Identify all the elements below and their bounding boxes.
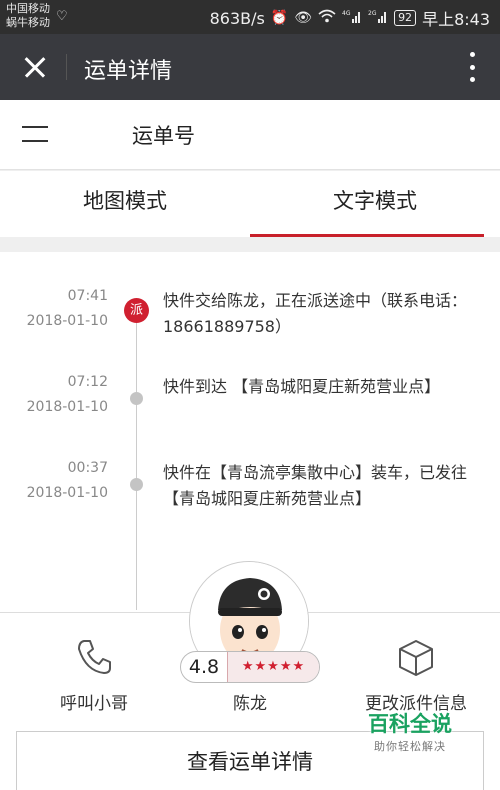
watermark-title: 百科全说: [368, 712, 452, 736]
alarm-icon: ⏰: [270, 10, 289, 26]
event-text: 快件到达 【青岛城阳夏庄新苑营业点】: [163, 377, 441, 396]
package-icon: [399, 640, 433, 676]
status-indicators: 863B/s ⏰ 👁 4G 2G 92 早上8:43: [210, 6, 490, 30]
status-bar: 中国移动 蜗牛移动 ♡ 863B/s ⏰ 👁 4G 2G 92 早上8:43: [0, 0, 500, 34]
page-title: 运单详情: [84, 59, 173, 84]
carrier-2: 蜗牛移动: [6, 16, 50, 29]
waybill-row: 运单号: [0, 100, 500, 170]
watermark: 百科全说 助你轻松解决: [352, 710, 468, 762]
heart-rate-icon: ♡: [56, 9, 68, 24]
rating-score: 4.8: [188, 656, 220, 678]
call-courier-button[interactable]: 呼叫小哥: [46, 637, 142, 714]
event-time: 07:12: [67, 374, 108, 390]
timeline-dot: [130, 478, 143, 491]
courier-name: 陈龙: [233, 694, 267, 714]
header-divider: [66, 54, 67, 80]
timeline-line: [136, 310, 137, 610]
mode-tabs: 地图模式 文字模式: [0, 171, 500, 237]
timeline-dot: [130, 392, 143, 405]
event-text: 快件交给陈龙，正在派送途中（联系电话：18661889758）: [163, 291, 468, 336]
tracking-timeline: 07:41 2018-01-10 派 快件交给陈龙，正在派送途中（联系电话：18…: [0, 252, 500, 612]
courier-rating: 4.8 ★★★★★: [180, 651, 320, 683]
change-delivery-button[interactable]: 更改派件信息: [356, 637, 476, 714]
carrier-info: 中国移动 蜗牛移动 ♡: [6, 2, 68, 30]
phone-icon: [78, 640, 111, 674]
wifi-icon: [318, 9, 336, 27]
signal-2g-icon: 2G: [368, 9, 388, 27]
event-text: 快件在【青岛流亭集散中心】装车，已发往 【青岛城阳夏庄新苑营业点】: [163, 463, 468, 508]
watermark-subtitle: 助你轻松解决: [374, 740, 446, 753]
delivery-badge: 派: [124, 298, 149, 323]
waybill-number-label: 运单号: [132, 124, 195, 148]
more-menu-icon[interactable]: [468, 52, 476, 82]
menu-icon[interactable]: [22, 126, 48, 144]
svg-text:2G: 2G: [368, 10, 377, 17]
event-date: 2018-01-10: [26, 485, 108, 501]
event-date: 2018-01-10: [26, 399, 108, 415]
svg-text:4G: 4G: [342, 10, 351, 17]
app-header: 运单详情: [0, 34, 500, 100]
event-time: 07:41: [67, 288, 108, 304]
tab-map-mode[interactable]: 地图模式: [0, 171, 250, 237]
event-date: 2018-01-10: [26, 313, 108, 329]
rating-stars-icon: ★★★★★: [227, 652, 319, 682]
network-speed: 863B/s: [209, 8, 265, 28]
event-time: 00:37: [67, 460, 108, 476]
carrier-1: 中国移动: [6, 2, 50, 15]
courier-panel: 呼叫小哥 4.8 ★★★★★ 陈龙 更改派件信息 查看运单详情: [0, 561, 500, 790]
eye-icon: 👁: [294, 10, 313, 26]
call-courier-label: 呼叫小哥: [60, 694, 128, 714]
close-icon[interactable]: [18, 50, 52, 84]
tab-text-mode[interactable]: 文字模式: [250, 171, 500, 237]
clock: 早上8:43: [422, 10, 490, 29]
signal-4g-icon: 4G: [342, 9, 362, 27]
battery-icon: 92: [394, 10, 417, 26]
